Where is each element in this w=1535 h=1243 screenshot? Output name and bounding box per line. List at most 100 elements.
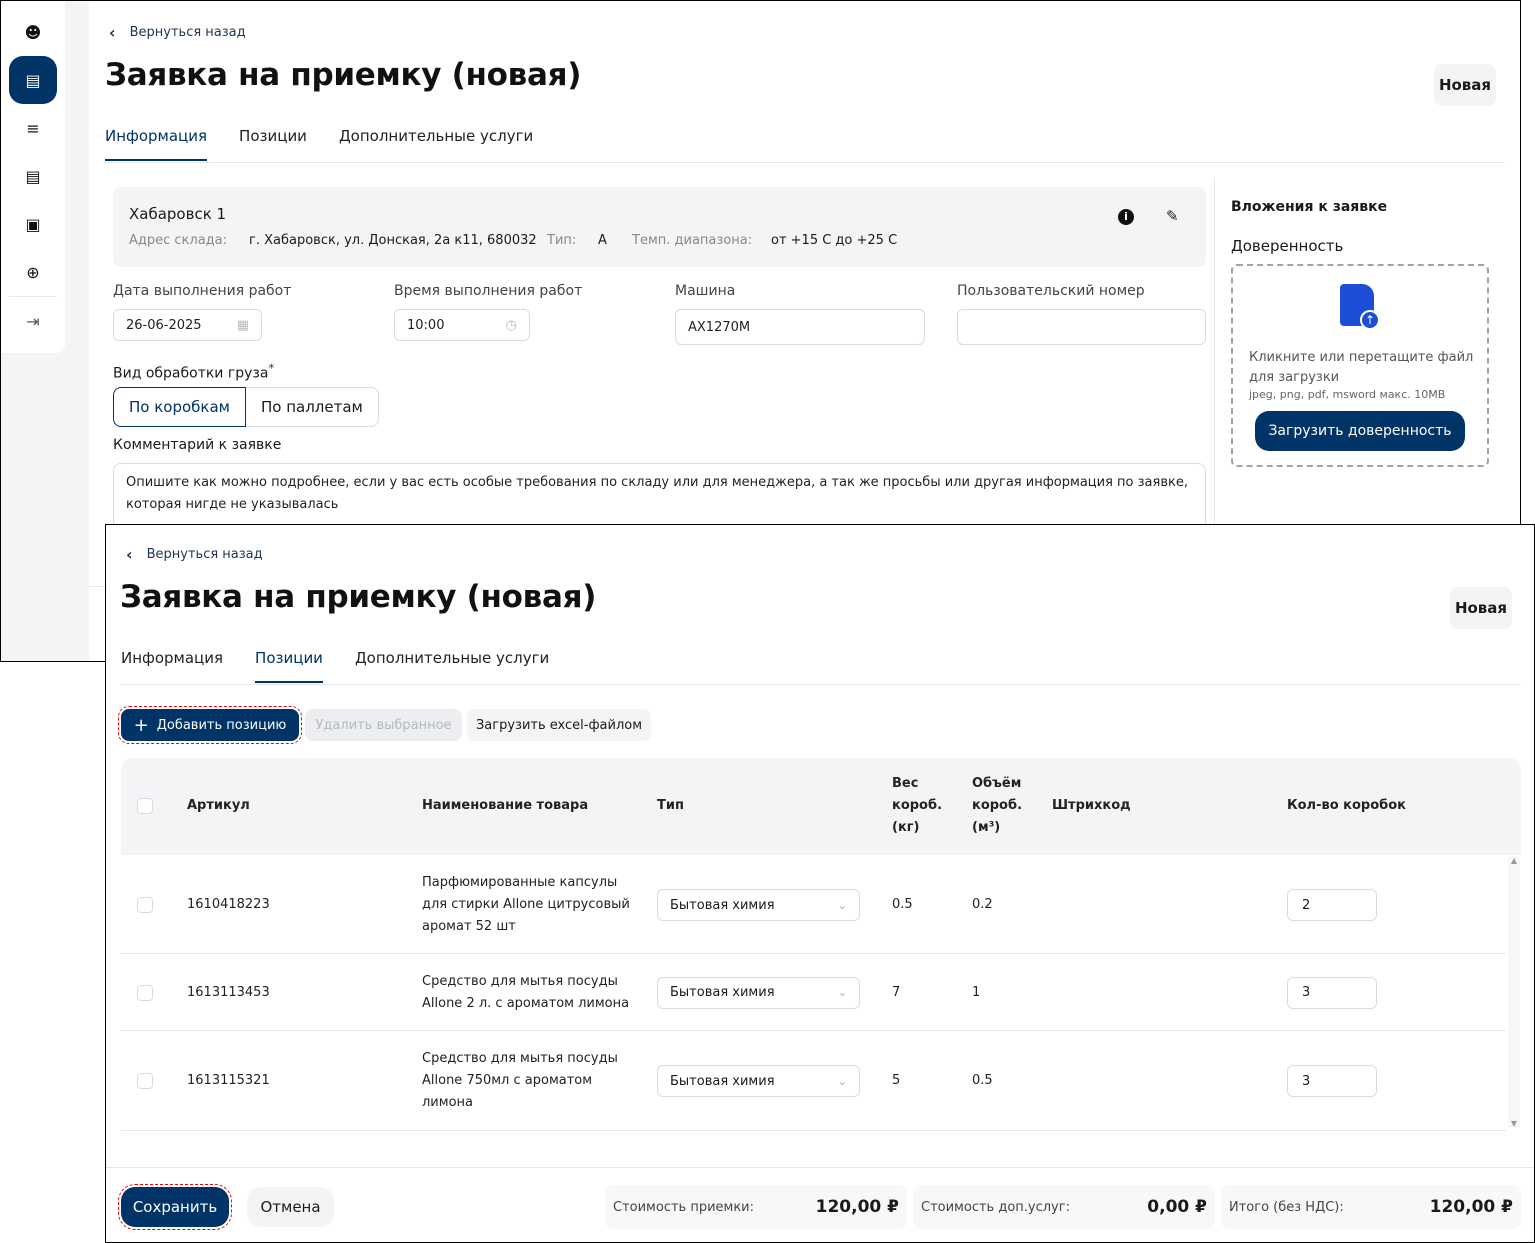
processing-label: Вид обработки груза*: [113, 361, 275, 382]
layers-icon[interactable]: ≡: [9, 104, 57, 152]
table-row: 1613115321 Средство для мытья посуды All…: [121, 1031, 1506, 1131]
tabs: Информация Позиции Дополнительные услуги: [105, 127, 533, 161]
calendar-icon: ▦: [236, 317, 249, 333]
sum-value: 0,00 ₽: [1147, 1197, 1207, 1217]
header-qty: Кол-во коробок: [1287, 798, 1406, 813]
car-input[interactable]: АХ1270М: [675, 309, 925, 345]
time-value: 10:00: [407, 317, 445, 333]
cell-weight: 7: [892, 984, 901, 1000]
cell-volume: 0.5: [972, 1073, 993, 1088]
upload-excel-button[interactable]: Загрузить excel-файлом: [467, 709, 651, 741]
back-label: Вернуться назад: [129, 25, 246, 40]
user-number-label: Пользовательский номер: [957, 283, 1145, 299]
chevron-left-icon: ‹: [109, 23, 116, 42]
tab-services[interactable]: Дополнительные услуги: [355, 649, 549, 683]
processing-toggle: По коробкам По паллетам: [113, 387, 379, 427]
add-position-label: Добавить позицию: [156, 717, 287, 733]
option-by-pallets[interactable]: По паллетам: [245, 387, 379, 427]
sum-value: 120,00 ₽: [815, 1197, 899, 1217]
cell-name: Парфюмированные капсулы для стирки Allon…: [422, 875, 630, 934]
tab-info[interactable]: Информация: [121, 649, 223, 683]
upload-hint: Кликните или перетащите файл для загрузк…: [1249, 350, 1474, 385]
upload-dropzone[interactable]: ↑ Кликните или перетащите файл для загру…: [1231, 264, 1489, 467]
address-label: Адрес склада:: [129, 233, 228, 248]
header-type: Тип: [657, 798, 684, 813]
chevron-down-icon: ⌄: [837, 1074, 847, 1088]
footer-divider: [106, 1167, 1534, 1168]
table-scrollbar[interactable]: ▲ ▼: [1508, 856, 1520, 1128]
document-icon[interactable]: ▤: [9, 56, 57, 104]
sum-value: 120,00 ₽: [1429, 1197, 1513, 1217]
status-badge: Новая: [1434, 64, 1496, 106]
positions-tab-window: ‹ Вернуться назад Заявка на приемку (нова…: [105, 524, 1535, 1243]
delete-selected-button[interactable]: Удалить выбранное: [305, 709, 462, 741]
cell-name: Средство для мытья посуды Allone 750мл с…: [422, 1051, 618, 1110]
back-label: Вернуться назад: [146, 547, 263, 562]
chevron-down-icon: ⌄: [837, 898, 847, 912]
type-select[interactable]: Бытовая химия ⌄: [657, 889, 860, 921]
temp-label: Темп. диапазона:: [632, 233, 753, 248]
receipt-icon[interactable]: ▣: [9, 200, 57, 248]
tab-info[interactable]: Информация: [105, 127, 208, 161]
header-name: Наименование товара: [422, 798, 589, 813]
type-label: Тип:: [547, 233, 577, 248]
cell-sku: 1613113453: [187, 984, 270, 1000]
tabs-divider: [121, 684, 1521, 685]
header-volume: Объём короб. (м³): [972, 776, 1023, 835]
tab-positions[interactable]: Позиции: [255, 649, 323, 683]
type-select[interactable]: Бытовая химия ⌄: [657, 976, 860, 1009]
option-by-boxes[interactable]: По коробкам: [113, 387, 246, 427]
car-label: Машина: [675, 283, 736, 299]
scroll-up-icon[interactable]: ▲: [1508, 856, 1520, 865]
cell-volume: 0.2: [972, 897, 993, 912]
type-value: Бытовая химия: [670, 1073, 775, 1089]
select-all-checkbox[interactable]: [137, 798, 153, 814]
back-link[interactable]: ‹ Вернуться назад: [109, 23, 246, 42]
type-value: Бытовая химия: [670, 897, 775, 913]
edit-icon[interactable]: ✎: [1166, 207, 1179, 225]
upload-formats: jpeg, png, pdf, msword макс. 10MB: [1249, 388, 1446, 401]
page-title: Заявка на приемку (новая): [120, 579, 597, 615]
type-select[interactable]: Бытовая химия ⌄: [657, 1065, 860, 1097]
cancel-button[interactable]: Отмена: [247, 1187, 334, 1227]
scroll-down-icon[interactable]: ▼: [1508, 1119, 1520, 1128]
plus-icon: +: [133, 714, 149, 736]
date-label: Дата выполнения работ: [113, 283, 292, 299]
info-icon[interactable]: i: [1118, 209, 1134, 225]
sum-acceptance: Стоимость приемки: 120,00 ₽: [605, 1185, 907, 1229]
tab-positions[interactable]: Позиции: [239, 127, 307, 161]
file-text-icon[interactable]: ▤: [9, 152, 57, 200]
collapse-right-icon[interactable]: ⇥: [9, 297, 57, 345]
qty-input[interactable]: 2: [1287, 889, 1377, 921]
qty-input[interactable]: 3: [1287, 1065, 1377, 1097]
qty-input[interactable]: 3: [1287, 976, 1377, 1009]
date-input[interactable]: 26-06-2025 ▦: [113, 309, 262, 341]
sum-services: Стоимость доп.услуг: 0,00 ₽: [913, 1185, 1215, 1229]
warehouse-card: Хабаровск 1 Адрес склада: г. Хабаровск, …: [113, 187, 1206, 267]
page-title: Заявка на приемку (новая): [105, 57, 582, 93]
status-badge: Новая: [1450, 587, 1512, 629]
date-value: 26-06-2025: [126, 317, 202, 333]
plus-circle-icon[interactable]: ⊕: [9, 248, 57, 296]
row-checkbox[interactable]: [137, 897, 153, 913]
chevron-down-icon: ⌄: [837, 986, 847, 999]
row-checkbox[interactable]: [137, 984, 153, 1001]
tab-services[interactable]: Дополнительные услуги: [339, 127, 533, 161]
tabs-divider: [105, 162, 1505, 163]
row-checkbox[interactable]: [137, 1073, 153, 1089]
time-input[interactable]: 10:00 ◷: [394, 309, 530, 341]
qty-value: 3: [1302, 1073, 1311, 1089]
sum-label: Стоимость приемки:: [613, 1199, 755, 1215]
cell-weight: 0.5: [892, 897, 913, 912]
address-value: г. Хабаровск, ул. Донская, 2а к11, 68003…: [249, 233, 537, 248]
upload-poa-button[interactable]: Загрузить доверенность: [1255, 411, 1465, 451]
add-position-button[interactable]: + Добавить позицию: [118, 706, 302, 744]
save-button[interactable]: Сохранить: [118, 1184, 232, 1230]
user-badge-icon[interactable]: ☻: [9, 8, 57, 56]
cell-sku: 1610418223: [187, 897, 270, 912]
table-row: 1610418223 Парфюмированные капсулы для с…: [121, 856, 1506, 954]
sum-label: Стоимость доп.услуг:: [921, 1199, 1070, 1215]
back-link[interactable]: ‹ Вернуться назад: [126, 545, 263, 564]
processing-label-text: Вид обработки груза: [113, 365, 269, 382]
user-number-input[interactable]: [957, 309, 1206, 345]
